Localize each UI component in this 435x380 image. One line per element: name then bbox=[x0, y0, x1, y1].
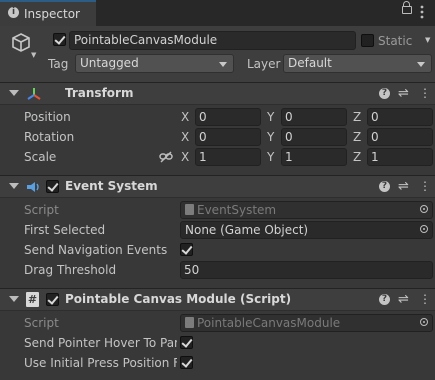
info-icon: i bbox=[8, 7, 19, 18]
static-checkbox[interactable] bbox=[361, 34, 374, 47]
help-icon[interactable]: ? bbox=[379, 181, 390, 192]
help-icon[interactable]: ? bbox=[379, 88, 390, 99]
gameobject-cube-icon[interactable] bbox=[10, 32, 32, 54]
event-system-title: Event System bbox=[65, 179, 158, 193]
foldout-arrow-icon[interactable] bbox=[9, 183, 19, 189]
axis-y-label: Y bbox=[267, 130, 275, 144]
send-pointer-hover-label: Send Pointer Hover To Parent bbox=[24, 336, 177, 350]
pointable-script-field: PointableCanvasModule bbox=[180, 314, 433, 332]
drag-threshold-label: Drag Threshold bbox=[24, 263, 117, 277]
tab-inspector[interactable]: i Inspector bbox=[0, 0, 96, 26]
first-selected-field[interactable]: None (Game Object) bbox=[180, 221, 433, 239]
axis-x-label: X bbox=[181, 130, 190, 144]
script-icon bbox=[185, 317, 194, 328]
event-system-icon bbox=[27, 182, 39, 192]
gameobject-header: ▼ PointableCanvasModule Static ▼ Tag Unt… bbox=[0, 26, 435, 83]
pointable-module-title: Pointable Canvas Module (Script) bbox=[65, 292, 292, 306]
transform-axes-icon bbox=[27, 88, 41, 100]
help-icon[interactable]: ? bbox=[379, 294, 390, 305]
scale-z-field[interactable]: 1 bbox=[367, 148, 433, 166]
lock-icon[interactable] bbox=[402, 1, 412, 14]
first-selected-value: None (Game Object) bbox=[185, 223, 309, 237]
foldout-arrow-icon[interactable] bbox=[9, 90, 19, 96]
layer-label: Layer bbox=[247, 57, 281, 71]
use-initial-press-checkbox[interactable] bbox=[180, 356, 193, 369]
use-initial-press-label: Use Initial Press Position For Drag bbox=[24, 356, 177, 370]
static-label: Static bbox=[378, 34, 413, 48]
first-selected-label: First Selected bbox=[24, 223, 106, 237]
pointable-script-value: PointableCanvasModule bbox=[197, 316, 341, 330]
kebab-icon[interactable] bbox=[420, 5, 424, 19]
rotation-label: Rotation bbox=[24, 130, 75, 144]
link-scale-icon[interactable] bbox=[159, 151, 173, 163]
tag-dropdown[interactable]: Untagged bbox=[75, 54, 234, 73]
position-x-field[interactable]: 0 bbox=[195, 108, 261, 126]
event-system-enabled-checkbox[interactable] bbox=[46, 180, 59, 193]
tag-value: Untagged bbox=[80, 56, 139, 70]
tag-label: Tag bbox=[48, 57, 69, 71]
component-menu-icon[interactable]: ⋮ bbox=[419, 292, 431, 306]
drag-threshold-field[interactable]: 50 bbox=[180, 261, 433, 279]
pointable-module-enabled-checkbox[interactable] bbox=[46, 293, 59, 306]
script-icon bbox=[185, 204, 194, 215]
send-navigation-label: Send Navigation Events bbox=[24, 243, 168, 257]
active-checkbox[interactable] bbox=[53, 33, 66, 46]
preset-icon[interactable]: ⇌ bbox=[398, 86, 409, 101]
preset-icon[interactable]: ⇌ bbox=[398, 179, 409, 194]
component-menu-icon[interactable]: ⋮ bbox=[419, 179, 431, 193]
target-icon bbox=[420, 205, 428, 213]
gameobject-name-field[interactable]: PointableCanvasModule bbox=[69, 31, 356, 50]
axis-x-label: X bbox=[181, 150, 190, 164]
position-y-field[interactable]: 0 bbox=[281, 108, 347, 126]
foldout-arrow-icon[interactable] bbox=[9, 296, 19, 302]
event-system-script-value: EventSystem bbox=[197, 203, 277, 217]
tab-title: Inspector bbox=[24, 7, 80, 21]
event-system-header[interactable]: Event System ? ⇌ ⋮ bbox=[0, 175, 435, 198]
static-dropdown-icon[interactable]: ▼ bbox=[425, 36, 430, 44]
axis-y-label: Y bbox=[267, 110, 275, 124]
chevron-down-icon bbox=[219, 62, 227, 67]
target-icon[interactable] bbox=[420, 225, 428, 233]
scale-x-field[interactable]: 1 bbox=[195, 148, 261, 166]
chevron-down-icon bbox=[417, 62, 425, 67]
target-icon bbox=[420, 318, 428, 326]
pointable-module-header[interactable]: # Pointable Canvas Module (Script) ? ⇌ ⋮ bbox=[0, 288, 435, 311]
transform-header[interactable]: Transform ? ⇌ ⋮ bbox=[0, 82, 435, 105]
component-menu-icon[interactable]: ⋮ bbox=[419, 86, 431, 100]
position-label: Position bbox=[24, 110, 71, 124]
preset-icon[interactable]: ⇌ bbox=[398, 292, 409, 307]
chevron-down-icon[interactable]: ▼ bbox=[31, 51, 36, 59]
position-z-field[interactable]: 0 bbox=[367, 108, 433, 126]
axis-z-label: Z bbox=[353, 130, 362, 144]
axis-z-label: Z bbox=[353, 110, 362, 124]
rotation-y-field[interactable]: 0 bbox=[281, 128, 347, 146]
layer-value: Default bbox=[288, 56, 332, 70]
axis-y-label: Y bbox=[267, 150, 275, 164]
transform-title: Transform bbox=[65, 86, 134, 100]
event-system-script-label: Script bbox=[24, 203, 59, 217]
axis-x-label: X bbox=[181, 110, 190, 124]
scale-y-field[interactable]: 1 bbox=[281, 148, 347, 166]
rotation-z-field[interactable]: 0 bbox=[367, 128, 433, 146]
tab-bar: i Inspector bbox=[0, 0, 435, 26]
scale-label: Scale bbox=[24, 150, 57, 164]
send-navigation-checkbox[interactable] bbox=[180, 243, 193, 256]
axis-z-label: Z bbox=[353, 150, 362, 164]
script-hash-icon: # bbox=[26, 292, 39, 307]
event-system-script-field: EventSystem bbox=[180, 201, 433, 219]
send-pointer-hover-checkbox[interactable] bbox=[180, 336, 193, 349]
layer-dropdown[interactable]: Default bbox=[283, 54, 432, 73]
rotation-x-field[interactable]: 0 bbox=[195, 128, 261, 146]
pointable-script-label: Script bbox=[24, 316, 59, 330]
